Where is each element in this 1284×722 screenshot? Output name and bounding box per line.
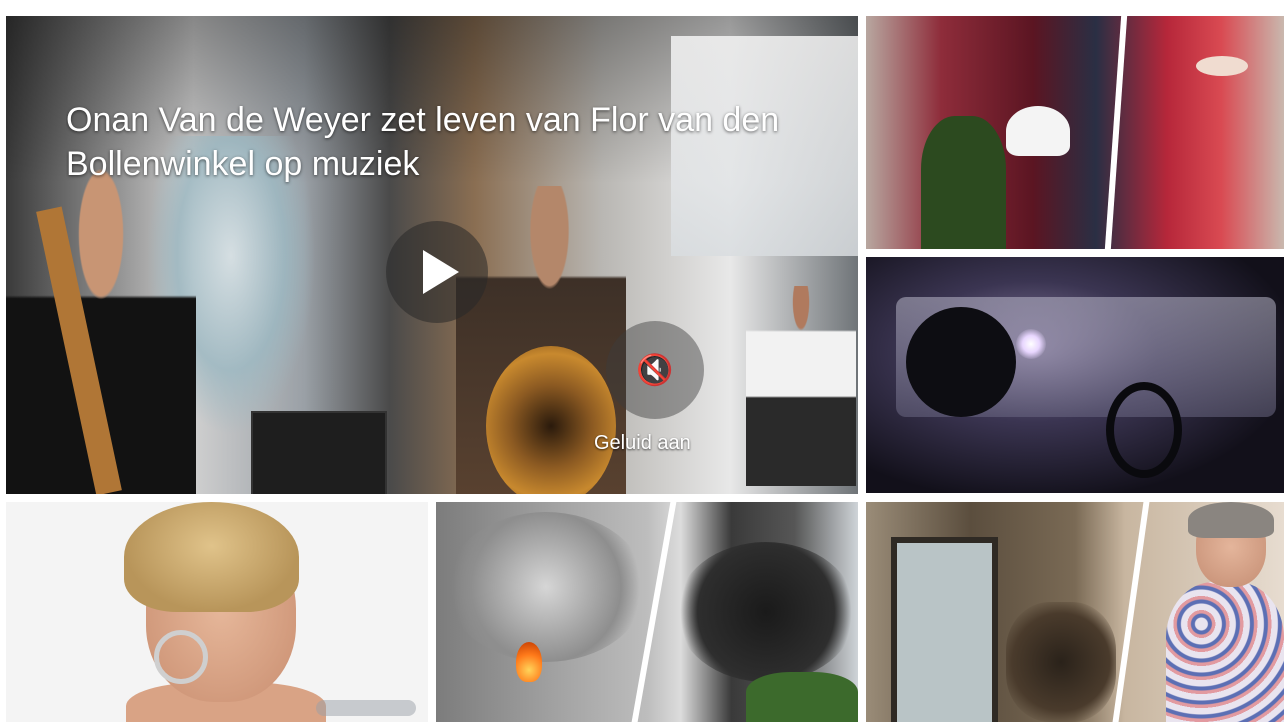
news-tile-royals[interactable] [866,16,1284,249]
play-button[interactable] [386,221,488,323]
fire-smoke-grey [446,512,646,662]
collage-divider [1104,16,1128,249]
fire-smoke-black [676,542,856,682]
car-burglar-figure [906,307,1016,417]
royals-white-cap [1006,106,1070,156]
news-tile-fire-damage[interactable] [866,502,1284,722]
soot-stain [1006,602,1116,722]
play-icon [423,250,459,294]
video-title[interactable]: Onan Van de Weyer zet leven van Flor van… [66,98,826,186]
speaker-muted-icon: 🔇 [636,353,674,387]
fire-trees [746,672,858,722]
sponsor-logo [316,700,416,716]
video-seated-woman [746,286,856,486]
sound-on-label[interactable]: Geluid aan [594,432,691,455]
mute-toggle-button[interactable]: 🔇 [606,321,704,419]
royals-hedge [921,116,1006,249]
news-tile-car-burglary[interactable] [866,257,1284,493]
video-amplifier [251,411,387,494]
flashlight-glare [1016,329,1046,359]
news-tile-fire[interactable] [436,502,858,722]
actress-earring [154,630,208,684]
collage-divider [1112,502,1150,722]
featured-video-tile[interactable]: Onan Van de Weyer zet leven van Flor van… [6,16,858,494]
actress-hair [124,502,299,612]
fire-flame [516,642,542,682]
video-guitar [486,346,616,494]
elderly-woman-dress [1166,582,1284,722]
royals-hat [1196,56,1248,76]
burnt-doorway [891,537,998,722]
elderly-woman-hair [1188,502,1274,538]
news-tile-actress[interactable] [6,502,428,722]
steering-wheel [1106,382,1182,478]
